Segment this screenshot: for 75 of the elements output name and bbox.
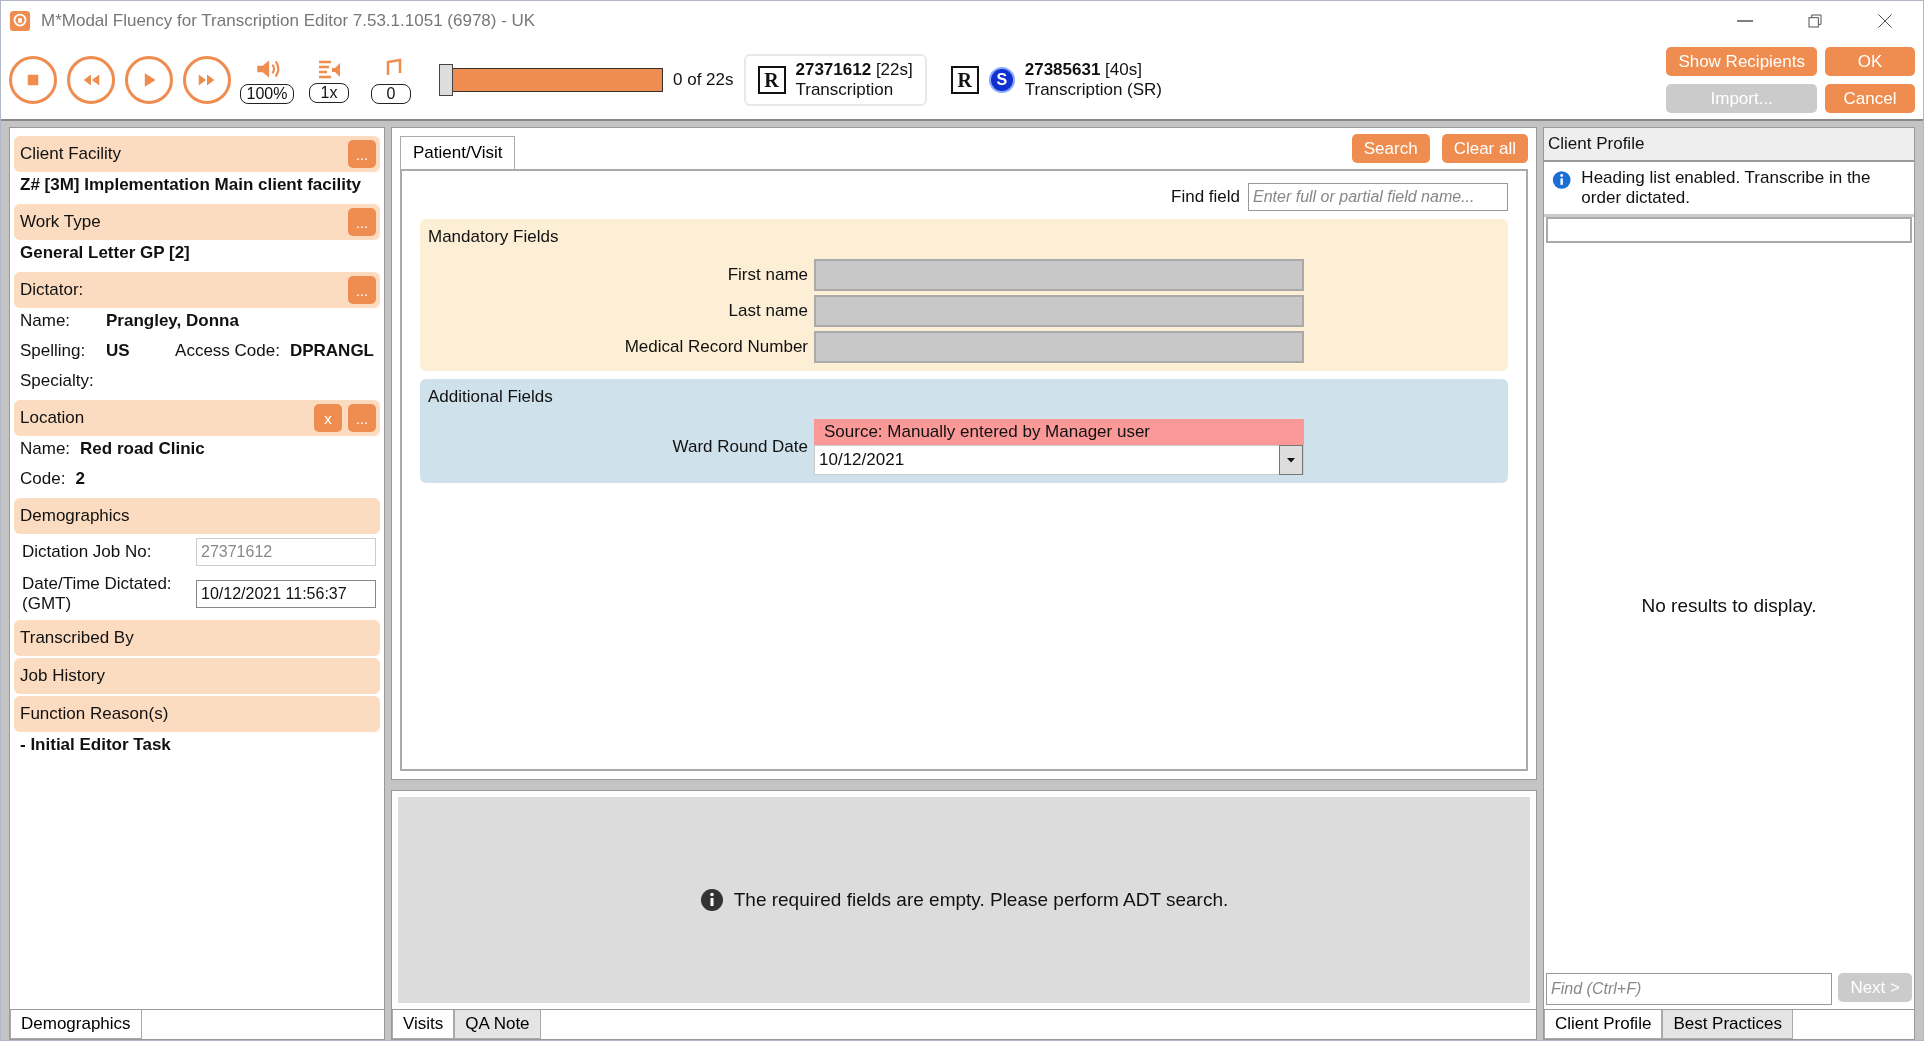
info-icon	[1552, 168, 1572, 192]
section-title: Client Facility	[20, 144, 123, 164]
field-label: Last name	[727, 301, 808, 321]
minimize-icon	[1737, 20, 1753, 22]
find-label: Find field	[1171, 187, 1240, 207]
group-title: Mandatory Fields	[428, 227, 560, 247]
close-icon	[1877, 13, 1893, 29]
field-label: Dictation Job No:	[22, 542, 153, 562]
find-field[interactable]: Enter full or partial field name...	[1248, 183, 1508, 211]
pitch-value[interactable]: 0	[371, 84, 411, 104]
panel-tab[interactable]: Client Profile	[1544, 1010, 1663, 1039]
field-label: Name:	[20, 311, 72, 331]
fast-forward-button[interactable]	[183, 56, 231, 104]
field-label: Ward Round Date	[671, 437, 808, 457]
section-value: - Initial Editor Task	[20, 735, 171, 755]
field-label: Spelling:	[20, 341, 87, 361]
section-title: Function Reason(s)	[20, 704, 170, 724]
panel-tab[interactable]: Best Practices	[1662, 1010, 1794, 1039]
field-label: Medical Record Number	[623, 337, 808, 357]
slider-thumb[interactable]	[439, 64, 453, 96]
section-title: Dictator:	[20, 280, 85, 300]
info-icon	[699, 888, 724, 912]
job-number: 27385631	[1024, 60, 1101, 79]
field-value: Prangley, Donna	[106, 311, 239, 331]
panel-tab[interactable]: Demographics	[10, 1010, 142, 1039]
section-value: Z# [3M] Implementation Main client facility	[20, 175, 361, 195]
app-logo-icon	[9, 10, 31, 32]
panel-tab[interactable]: Visits	[392, 1010, 455, 1039]
job-duration: [40s]	[1105, 60, 1142, 79]
rewind-button[interactable]	[67, 56, 115, 104]
window-title: M*Modal Fluency for Transcription Editor 7.53.1.1051 (6978) - UK	[41, 11, 537, 31]
speed-value[interactable]: 1x	[309, 83, 349, 103]
panel-title: Client Profile	[1548, 134, 1645, 153]
source-note: Source: Manually entered by Manager user	[814, 419, 1304, 445]
section-title: Work Type	[20, 212, 102, 232]
job-badge: R	[950, 66, 979, 94]
field-label: Name:	[20, 439, 71, 459]
info-text: Heading list enabled. Transcribe in the order dictated.	[1581, 168, 1872, 208]
date-dropdown[interactable]: 10/12/2021	[814, 445, 1304, 475]
job-duration: [22s]	[875, 60, 913, 79]
group-title: Additional Fields	[428, 387, 554, 407]
section-value: General Letter GP [2]	[20, 243, 190, 263]
field-label: Date/Time Dictated: (GMT)	[22, 574, 173, 614]
field-value: US	[106, 341, 131, 361]
field-label: Specialty:	[20, 371, 95, 391]
input-field[interactable]: 10/12/2021 11:56:37	[196, 580, 376, 608]
field-value: 2	[75, 469, 85, 489]
panel-tab[interactable]: QA Note	[454, 1010, 541, 1039]
section-title: Demographics	[20, 506, 131, 526]
restore-icon	[1807, 13, 1823, 29]
job-card[interactable]: R S 27385631 [40s] Transcription (SR)	[936, 54, 1177, 106]
play-button[interactable]	[125, 56, 173, 104]
position-slider[interactable]	[439, 63, 663, 97]
field-label: First name	[726, 265, 808, 285]
job-badge: S	[988, 67, 1015, 93]
field-value: DPRANGL	[289, 341, 374, 361]
empty-text: No results to display.	[1641, 595, 1817, 617]
job-type: Transcription (SR)	[1024, 80, 1163, 99]
job-card[interactable]: R 27371612 [22s] Transcription	[743, 54, 927, 106]
section-title: Transcribed By	[20, 628, 135, 648]
volume-value[interactable]: 100%	[239, 84, 295, 104]
position-text: 0 of 22s	[673, 70, 734, 90]
field-value: Red road Clinic	[80, 439, 205, 459]
job-number: 27371612	[795, 60, 872, 79]
section-title: Location	[20, 408, 86, 428]
job-type: Transcription	[795, 80, 894, 99]
section-title: Job History	[20, 666, 107, 686]
panel-tab[interactable]: Patient/Visit	[400, 136, 516, 170]
message-text: The required fields are empty. Please perform ADT search.	[733, 889, 1229, 911]
find-field[interactable]: Find (Ctrl+F)	[1546, 973, 1833, 1005]
dropdown-button[interactable]	[1279, 445, 1303, 475]
job-badge: R	[757, 66, 786, 94]
field-label: Access Code:	[175, 341, 280, 361]
stop-button[interactable]	[9, 56, 57, 104]
field-label: Code:	[20, 469, 66, 489]
